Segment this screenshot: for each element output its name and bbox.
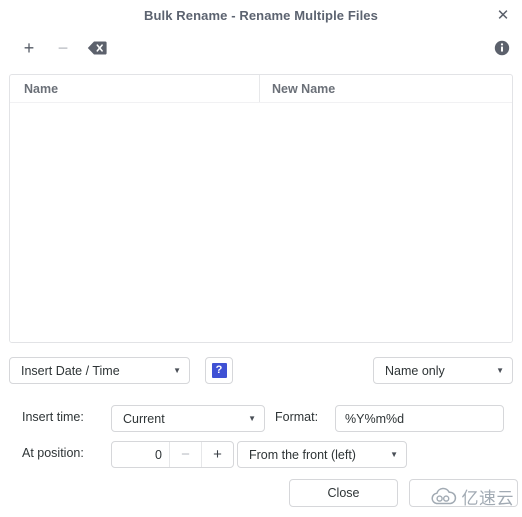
column-header-name[interactable]: Name [10,75,259,102]
format-label: Format: [275,410,319,424]
insert-time-label: Insert time: [22,410,84,424]
at-position-input[interactable] [112,442,169,467]
chevron-down-icon: ▼ [390,449,398,459]
format-input[interactable] [335,405,504,432]
at-position-stepper[interactable]: − + [111,441,234,468]
clear-all-button[interactable] [80,34,114,62]
help-button[interactable]: ? [205,357,233,384]
toolbar: + − [0,30,522,66]
help-question-icon: ? [211,363,227,378]
minus-icon: − [181,446,190,463]
at-position-row: At position: − + From the front (left) ▼ [9,441,513,469]
at-position-increment-button[interactable]: + [201,442,233,467]
close-icon: ✕ [496,6,510,24]
info-icon [494,40,510,56]
plus-icon: + [23,38,35,58]
at-position-label: At position: [22,446,84,460]
close-button[interactable]: Close [289,479,398,507]
minus-icon: − [57,38,69,58]
file-list-header: Name New Name [10,75,512,103]
window-titlebar: Bulk Rename - Rename Multiple Files ✕ [0,0,522,30]
chevron-down-icon: ▼ [496,365,504,375]
rename-mode-value: Insert Date / Time [21,363,120,378]
rename-scope-dropdown[interactable]: Name only ▼ [373,357,513,384]
insert-time-dropdown[interactable]: Current ▼ [111,405,265,432]
rename-mode-dropdown[interactable]: Insert Date / Time ▼ [9,357,190,384]
chevron-down-icon: ▼ [248,413,256,423]
insert-time-row: Insert time: Current ▼ Format: [9,405,513,433]
chevron-down-icon: ▼ [173,365,181,375]
plus-icon: + [213,446,222,463]
file-list[interactable]: Name New Name [9,74,513,343]
window-close-button[interactable]: ✕ [494,6,512,24]
rename-mode-row: Insert Date / Time ▼ ? Name only ▼ [9,357,513,385]
clear-all-backspace-icon [87,41,107,55]
insert-time-value: Current [123,411,165,426]
window-title: Bulk Rename - Rename Multiple Files [144,7,378,23]
column-header-new-name[interactable]: New Name [259,75,512,102]
at-position-decrement-button[interactable]: − [169,442,201,467]
add-files-button[interactable]: + [12,34,46,62]
info-button[interactable] [494,40,510,56]
remove-files-button[interactable]: − [46,34,80,62]
apply-button[interactable] [409,479,518,507]
file-list-body[interactable] [10,103,512,342]
position-direction-value: From the front (left) [249,447,356,462]
dialog-footer: Close [0,473,522,517]
rename-scope-value: Name only [385,363,445,378]
position-direction-dropdown[interactable]: From the front (left) ▼ [237,441,407,468]
